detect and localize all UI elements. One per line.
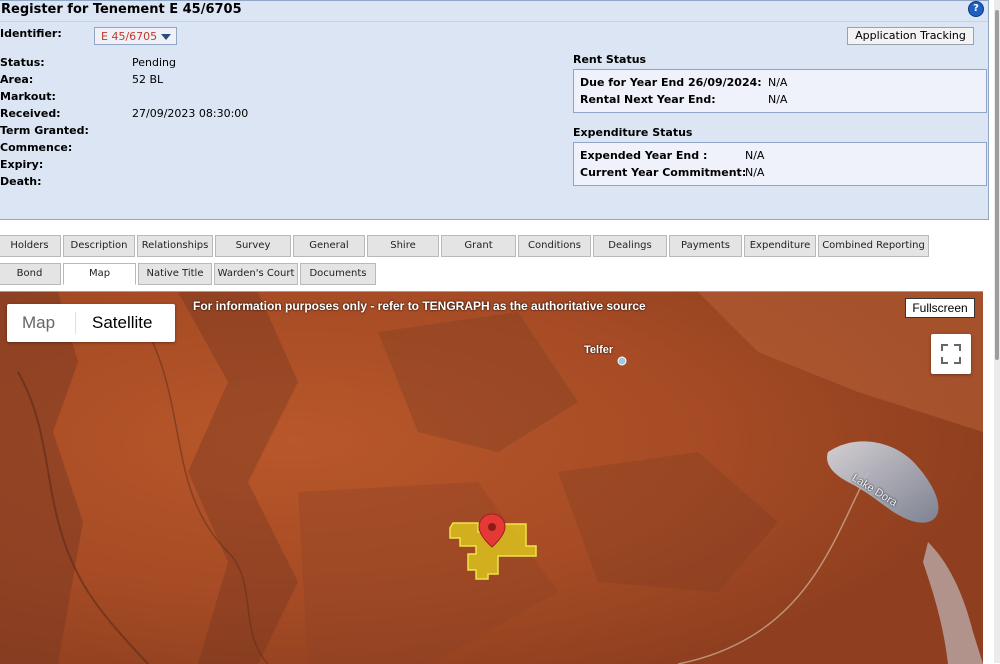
- divider: [75, 312, 76, 334]
- page-title: Register for Tenement E 45/6705: [1, 2, 242, 17]
- received-label: Received:: [0, 107, 61, 120]
- area-value: 52 BL: [132, 73, 164, 86]
- chevron-down-icon: [161, 34, 171, 40]
- expenditure-status-box: Expended Year End : N/A Current Year Com…: [573, 142, 987, 186]
- application-tracking-button[interactable]: Application Tracking: [847, 27, 974, 45]
- commitment-label: Current Year Commitment:: [580, 166, 747, 179]
- status-value: Pending: [132, 56, 176, 69]
- map-type-control: Map Satellite: [7, 304, 175, 342]
- tab-documents[interactable]: Documents: [300, 263, 376, 285]
- telfer-marker: [617, 356, 627, 366]
- rental-next-label: Rental Next Year End:: [580, 93, 716, 106]
- tenement-register-panel: Register for Tenement E 45/6705 ? Identi…: [0, 0, 989, 220]
- received-value: 27/09/2023 08:30:00: [132, 107, 249, 120]
- map-disclaimer: For information purposes only - refer to…: [193, 299, 646, 313]
- fullscreen-button[interactable]: Fullscreen: [905, 298, 975, 318]
- expended-value: N/A: [745, 149, 765, 162]
- title-bar: Register for Tenement E 45/6705 ?: [0, 1, 988, 22]
- rent-due-label: Due for Year End 26/09/2024:: [580, 76, 762, 89]
- tab-payments[interactable]: Payments: [669, 235, 742, 257]
- rental-next-value: N/A: [768, 93, 788, 106]
- expended-label: Expended Year End :: [580, 149, 708, 162]
- scrollbar-thumb[interactable]: [995, 10, 999, 360]
- tab-holders[interactable]: Holders: [0, 235, 61, 257]
- vertical-scrollbar[interactable]: [994, 0, 1000, 663]
- rent-due-value: N/A: [768, 76, 788, 89]
- tab-relationships[interactable]: Relationships: [137, 235, 213, 257]
- identifier-select[interactable]: E 45/6705: [94, 27, 177, 45]
- help-icon[interactable]: ?: [968, 1, 984, 17]
- map-pin-dot: [488, 523, 496, 531]
- identifier-label: Identifier:: [0, 27, 62, 40]
- tab-combined-reporting[interactable]: Combined Reporting: [818, 235, 929, 257]
- tab-map[interactable]: Map: [63, 263, 136, 285]
- status-label: Status:: [0, 56, 45, 69]
- place-label-telfer: Telfer: [584, 344, 614, 356]
- tab-wardens-court[interactable]: Warden's Court: [214, 263, 298, 285]
- identifier-value: E 45/6705: [101, 30, 158, 43]
- death-label: Death:: [0, 175, 42, 188]
- map-type-satellite-button[interactable]: Satellite: [92, 304, 152, 342]
- map-view[interactable]: Map Satellite For information purposes o…: [0, 291, 983, 664]
- tab-grant[interactable]: Grant: [441, 235, 516, 257]
- expiry-label: Expiry:: [0, 158, 44, 171]
- area-label: Area:: [0, 73, 34, 86]
- tab-general[interactable]: General: [293, 235, 365, 257]
- tabs-row-1: Holders Description Relationships Survey…: [0, 235, 998, 259]
- tab-dealings[interactable]: Dealings: [593, 235, 667, 257]
- satellite-imagery: [0, 292, 983, 664]
- term-granted-label: Term Granted:: [0, 124, 89, 137]
- fullscreen-icon: [941, 344, 961, 364]
- rent-status-title: Rent Status: [573, 53, 647, 66]
- tab-shire[interactable]: Shire: [367, 235, 439, 257]
- expenditure-status-title: Expenditure Status: [573, 126, 693, 139]
- commitment-value: N/A: [745, 166, 765, 179]
- rent-status-box: Due for Year End 26/09/2024: N/A Rental …: [573, 69, 987, 113]
- tab-description[interactable]: Description: [63, 235, 135, 257]
- map-type-map-button[interactable]: Map: [22, 304, 55, 342]
- tab-conditions[interactable]: Conditions: [518, 235, 591, 257]
- tabs-row-2: Bond Map Native Title Warden's Court Doc…: [0, 263, 998, 287]
- tab-bond[interactable]: Bond: [0, 263, 61, 285]
- markout-label: Markout:: [0, 90, 56, 103]
- tab-survey[interactable]: Survey: [215, 235, 291, 257]
- fullscreen-toggle[interactable]: [931, 334, 971, 374]
- tab-expenditure[interactable]: Expenditure: [744, 235, 816, 257]
- commence-label: Commence:: [0, 141, 73, 154]
- tab-native-title[interactable]: Native Title: [138, 263, 212, 285]
